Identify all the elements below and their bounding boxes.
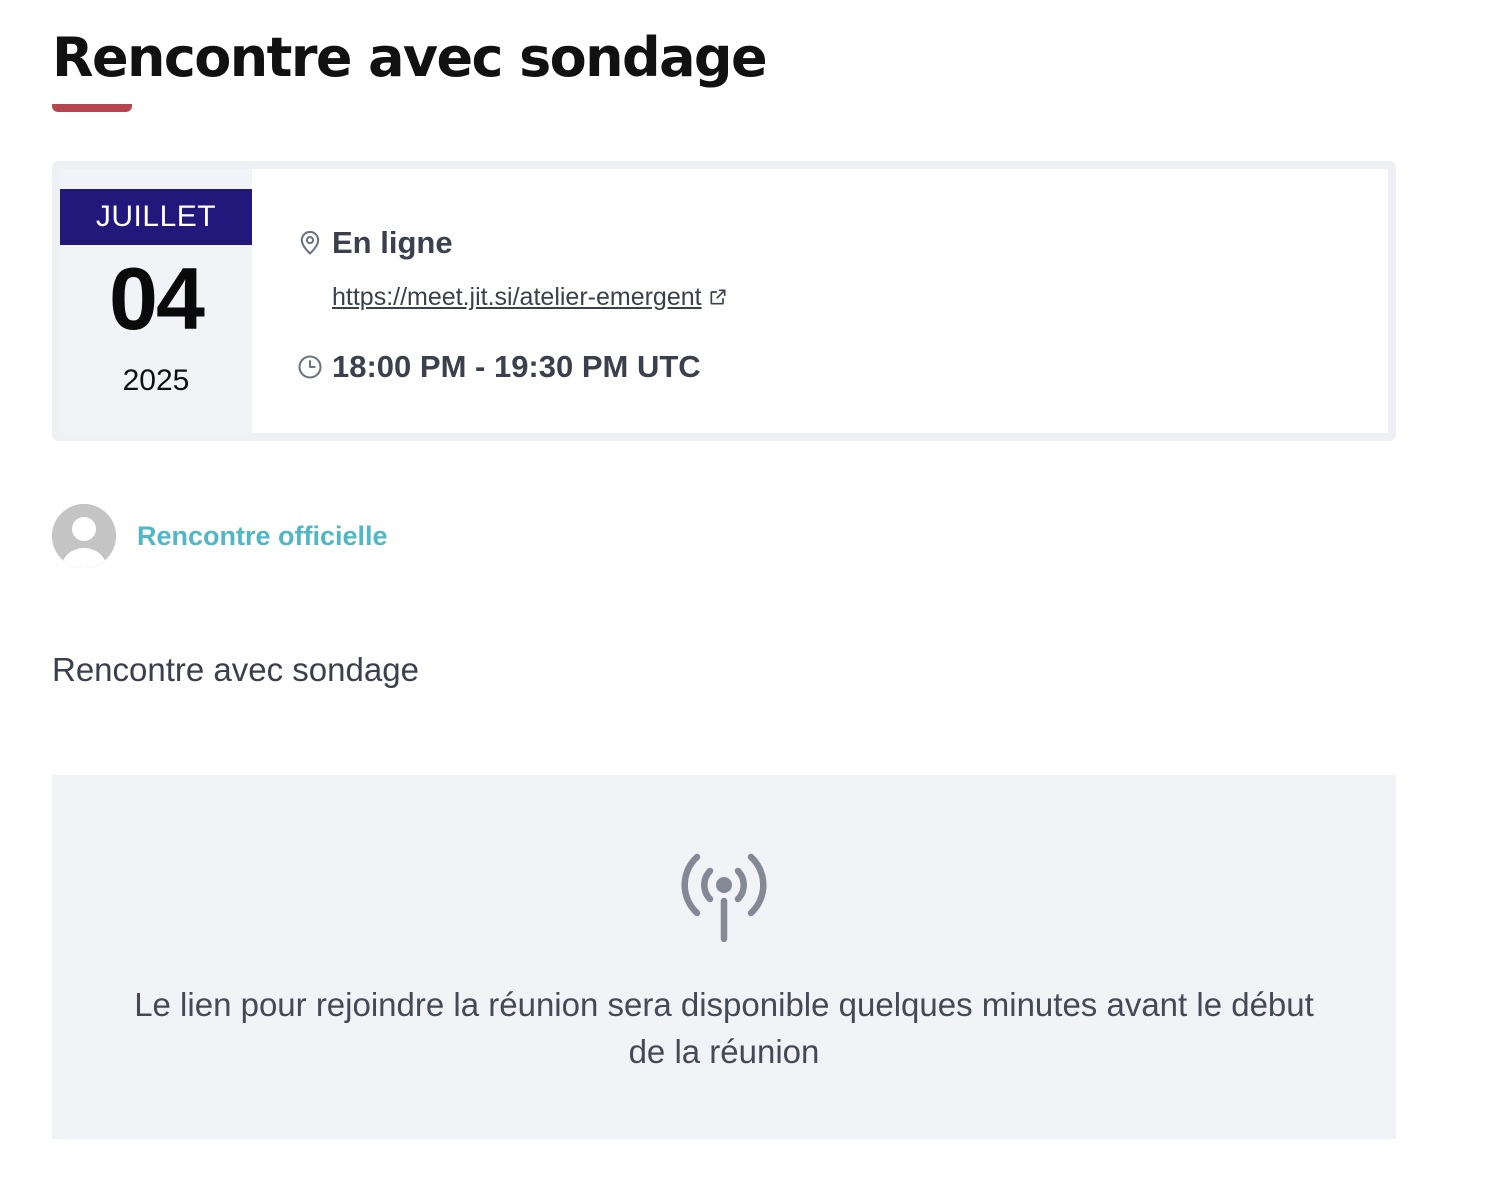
event-time-row: 18:00 PM - 19:30 PM UTC [296,345,701,389]
date-month: JUILLET [60,189,252,245]
meeting-link-row: https://meet.jit.si/atelier-emergent [332,279,728,315]
event-details-inner: JUILLET 04 2025 En ligne https://meet.ji… [60,169,1388,433]
organizer-name-link[interactable]: Rencontre officielle [137,517,388,555]
event-time-label: 18:00 PM - 19:30 PM UTC [332,349,701,384]
title-accent-underline [52,104,132,112]
location-label: En ligne [332,225,453,260]
meeting-url-link[interactable]: https://meet.jit.si/atelier-emergent [332,283,702,312]
page-title: Rencontre avec sondage [52,26,768,89]
map-pin-icon [300,230,320,255]
event-description: Rencontre avec sondage [52,651,419,688]
organizer-avatar [52,504,116,568]
date-year: 2025 [122,364,190,397]
join-availability-message: Le lien pour rejoindre la réunion sera d… [134,986,1314,1070]
default-user-avatar-icon [52,504,116,568]
join-meeting-panel: Le lien pour rejoindre la réunion sera d… [52,775,1396,1139]
event-details-card: JUILLET 04 2025 En ligne https://meet.ji… [52,161,1396,441]
calendar-date-block: JUILLET 04 2025 [60,169,252,433]
date-day: 04 [109,249,205,348]
broadcast-icon [681,853,767,943]
event-location-row: En ligne [296,221,453,265]
external-link-icon [710,289,726,305]
clock-icon [298,355,322,379]
